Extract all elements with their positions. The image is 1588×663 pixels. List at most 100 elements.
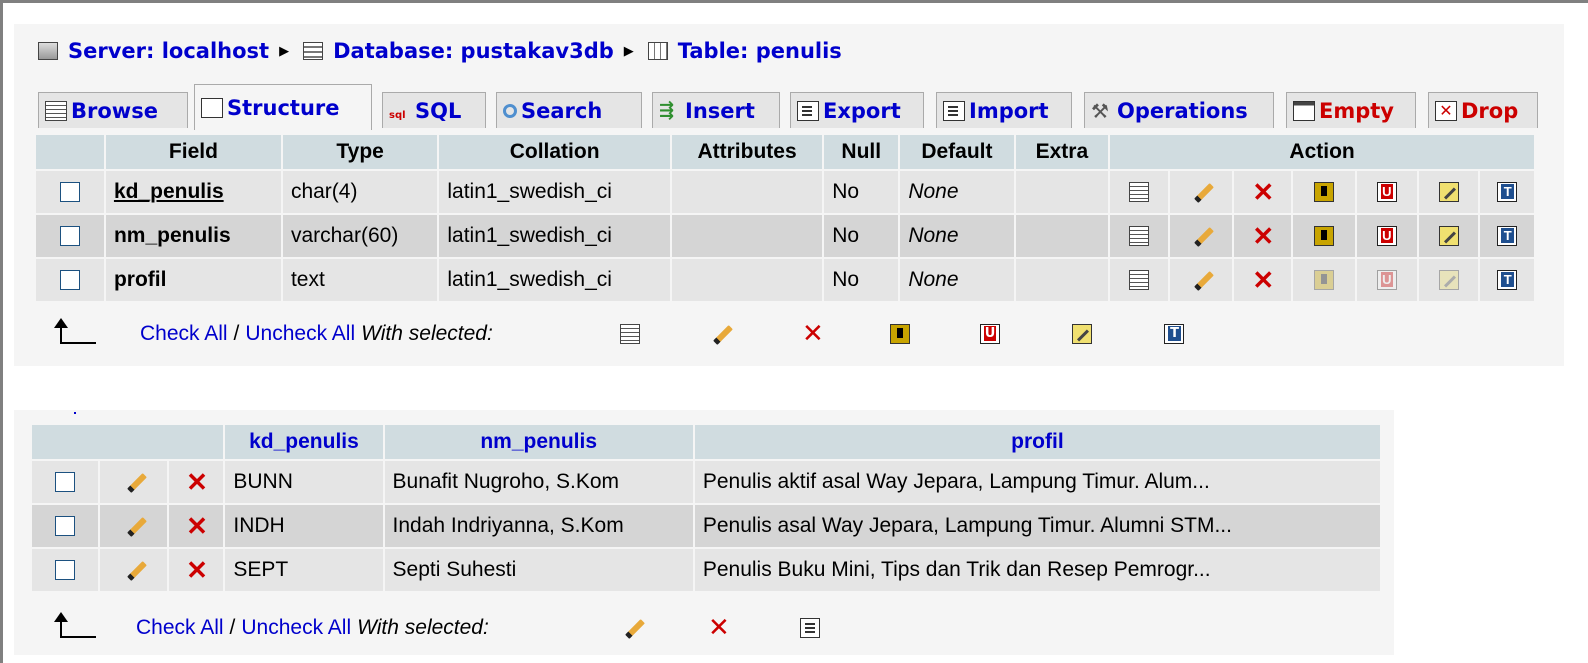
fulltext-icon[interactable]: [1497, 270, 1518, 291]
tab-browse[interactable]: Browse: [38, 92, 188, 128]
edit-pencil-icon[interactable]: [1191, 182, 1211, 202]
structure-table: Field Type Collation Attributes Null Def…: [34, 133, 1536, 303]
field-collation: latin1_swedish_ci: [439, 259, 670, 301]
row-checkbox[interactable]: [59, 226, 80, 246]
tab-sql[interactable]: sql SQL: [382, 92, 486, 128]
edit-pencil-icon[interactable]: [124, 516, 144, 536]
fulltext-selected-icon[interactable]: [1164, 324, 1184, 344]
edit-pencil-icon[interactable]: [1191, 270, 1211, 290]
breadcrumb-database-label[interactable]: Database: pustakav3db: [333, 39, 614, 63]
index-icon[interactable]: [1438, 226, 1459, 247]
browse-selected-icon[interactable]: [620, 324, 640, 344]
drop-icon: ✕: [1435, 100, 1457, 121]
browse-distinct-icon[interactable]: [1129, 182, 1149, 203]
column-header-profil[interactable]: profil: [694, 425, 1380, 459]
edit-cell: [100, 549, 167, 591]
empty-icon: [1293, 100, 1315, 121]
row-checkbox[interactable]: [59, 270, 80, 290]
structure-footer: Check All / Uncheck All With selected:: [140, 318, 493, 350]
browse-distinct-icon[interactable]: [1129, 270, 1149, 291]
breadcrumb-server[interactable]: Server: localhost: [38, 39, 269, 63]
row-checkbox[interactable]: [55, 472, 76, 492]
delete-x-icon[interactable]: ✕: [1252, 223, 1274, 249]
fulltext-icon[interactable]: [1497, 226, 1518, 247]
action-cell: [1110, 215, 1168, 257]
primary-key-icon[interactable]: [1314, 182, 1335, 203]
index-selected-icon[interactable]: [1072, 324, 1092, 344]
delete-selected-x-icon[interactable]: ✕: [802, 321, 824, 347]
tab-operations-label[interactable]: Operations: [1117, 99, 1248, 123]
tab-export-label[interactable]: Export: [823, 99, 901, 123]
field-extra: [1015, 215, 1109, 257]
with-selected-label: With selected:: [357, 616, 489, 639]
operations-icon: ⚒: [1091, 98, 1109, 123]
edit-cell: [100, 461, 167, 503]
export-selected-icon[interactable]: [800, 618, 820, 638]
tab-sql-label[interactable]: SQL: [415, 99, 461, 123]
delete-x-icon[interactable]: ✕: [186, 469, 208, 495]
select-column-header: [36, 135, 104, 169]
tab-structure-label[interactable]: Structure: [227, 96, 340, 120]
cell-profil: Penulis asal Way Jepara, Lampung Timur. …: [694, 505, 1380, 547]
delete-selected-x-icon[interactable]: ✕: [708, 615, 730, 641]
primary-key-icon[interactable]: [1314, 226, 1335, 247]
uncheck-all-link[interactable]: Uncheck All: [241, 616, 351, 640]
browse-distinct-icon[interactable]: [1129, 226, 1149, 247]
tab-drop-label[interactable]: Drop: [1461, 99, 1518, 123]
check-all-link[interactable]: Check All: [140, 322, 228, 346]
unique-selected-icon[interactable]: [980, 324, 1000, 344]
fulltext-icon[interactable]: [1497, 182, 1518, 203]
row-checkbox[interactable]: [55, 516, 76, 536]
edit-selected-pencil-icon[interactable]: [622, 618, 642, 638]
delete-x-icon[interactable]: ✕: [1252, 267, 1274, 293]
index-icon[interactable]: [1438, 182, 1459, 203]
tab-import-label[interactable]: Import: [969, 99, 1049, 123]
tab-insert-label[interactable]: Insert: [685, 99, 755, 123]
tab-empty-label[interactable]: Empty: [1319, 99, 1394, 123]
tab-import[interactable]: Import: [936, 92, 1072, 128]
breadcrumb-server-label[interactable]: Server: localhost: [68, 39, 269, 63]
edit-pencil-icon[interactable]: [124, 472, 144, 492]
column-header-collation: Collation: [439, 135, 670, 169]
arrow-up-icon: [50, 318, 98, 348]
action-cell: ✕: [1233, 259, 1292, 301]
edit-pencil-icon[interactable]: [1191, 226, 1211, 246]
unique-icon[interactable]: [1376, 226, 1397, 247]
row-checkbox[interactable]: [55, 560, 76, 580]
action-cell: [1418, 171, 1479, 213]
delete-x-icon[interactable]: ✕: [1252, 179, 1274, 205]
delete-x-icon[interactable]: ✕: [186, 557, 208, 583]
tab-browse-label[interactable]: Browse: [71, 99, 158, 123]
tab-search[interactable]: Search: [496, 92, 642, 128]
check-all-link[interactable]: Check All: [136, 616, 224, 640]
tab-insert[interactable]: ⇶ Insert: [652, 92, 780, 128]
edit-selected-pencil-icon[interactable]: [710, 324, 730, 344]
server-icon: [38, 42, 58, 60]
breadcrumb-arrow-icon: ▶: [279, 43, 290, 59]
edit-pencil-icon[interactable]: [124, 560, 144, 580]
tab-export[interactable]: Export: [790, 92, 924, 128]
data-header-row: kd_penulis nm_penulis profil: [32, 425, 1380, 459]
column-header-nm-penulis[interactable]: nm_penulis: [384, 425, 693, 459]
field-name[interactable]: kd_penulis: [105, 171, 281, 213]
tab-structure[interactable]: Structure: [194, 84, 372, 130]
delete-x-icon[interactable]: ✕: [186, 513, 208, 539]
dot-mark: [74, 412, 76, 414]
tab-drop[interactable]: ✕ Drop: [1428, 92, 1538, 128]
structure-header-row: Field Type Collation Attributes Null Def…: [36, 135, 1534, 169]
tab-search-label[interactable]: Search: [521, 99, 602, 123]
row-checkbox[interactable]: [59, 182, 80, 202]
breadcrumb-database[interactable]: Database: pustakav3db: [303, 39, 614, 63]
cell-kd-penulis: INDH: [225, 505, 383, 547]
unique-icon[interactable]: [1376, 182, 1397, 203]
tab-empty[interactable]: Empty: [1286, 92, 1416, 128]
table-row: ✕ INDH Indah Indriyanna, S.Kom Penulis a…: [32, 505, 1380, 547]
column-header-kd-penulis[interactable]: kd_penulis: [225, 425, 383, 459]
breadcrumb-table-label[interactable]: Table: penulis: [678, 39, 842, 63]
tab-operations[interactable]: ⚒ Operations: [1084, 92, 1274, 128]
action-cell: [1293, 259, 1355, 301]
breadcrumb-table[interactable]: Table: penulis: [647, 39, 842, 63]
uncheck-all-link[interactable]: Uncheck All: [245, 322, 355, 346]
primary-key-selected-icon[interactable]: [890, 324, 910, 344]
table-icon: [647, 42, 668, 60]
